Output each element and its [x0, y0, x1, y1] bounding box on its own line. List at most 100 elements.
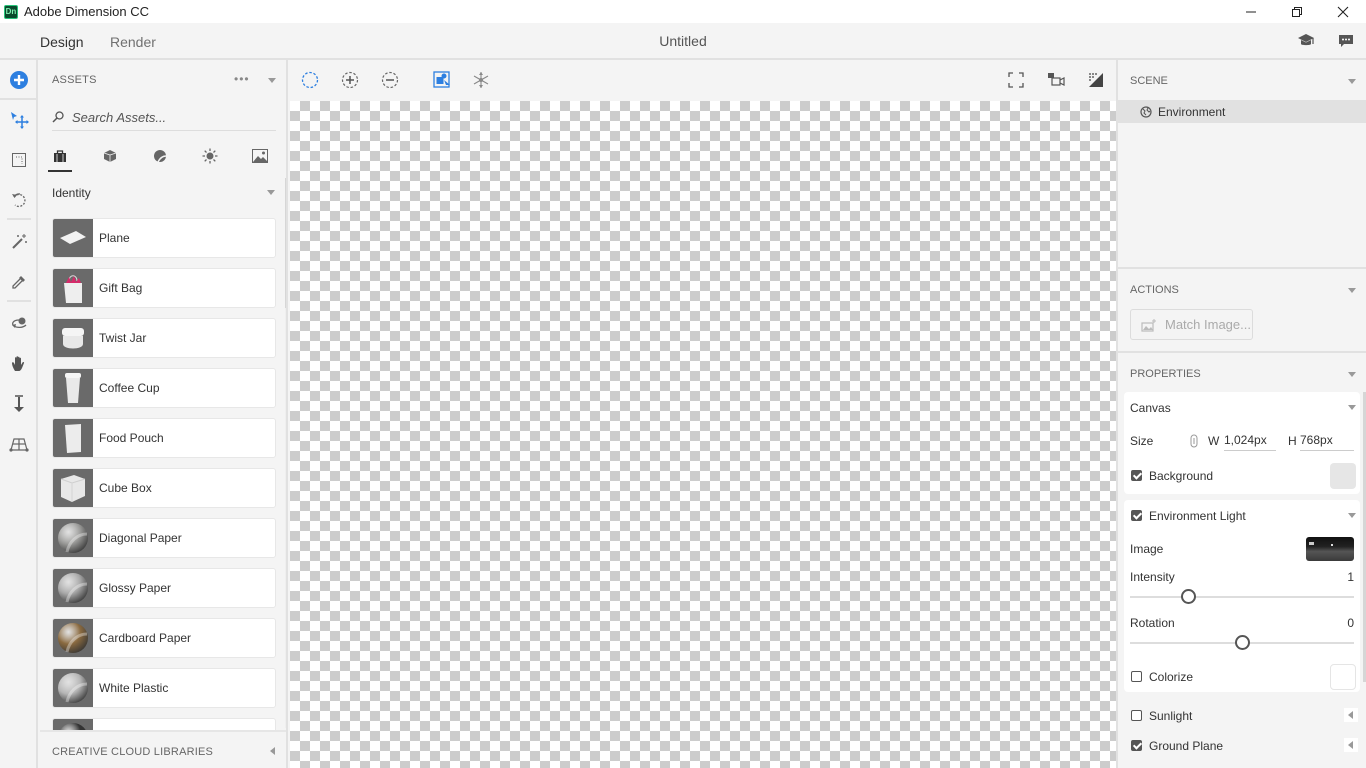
zoom-in-button[interactable]: [340, 70, 360, 90]
ground-plane-expand-icon: [1348, 741, 1353, 749]
assets-collapse-icon[interactable]: [268, 78, 276, 83]
asset-label: Coffee Cup: [99, 381, 160, 395]
material-icon: [154, 150, 167, 163]
intensity-slider-track[interactable]: [1130, 596, 1354, 598]
intensity-value[interactable]: 1: [1347, 570, 1354, 584]
asset-group-label[interactable]: Identity: [52, 186, 91, 200]
link-icon[interactable]: [1190, 434, 1198, 448]
camera-bookmark-button[interactable]: [1046, 70, 1066, 90]
cc-libraries-expand-icon[interactable]: [270, 747, 275, 755]
dolly-tool[interactable]: [7, 392, 31, 416]
restore-button[interactable]: [1274, 0, 1320, 23]
zoom-out-button[interactable]: [380, 70, 400, 90]
tab-materials[interactable]: [150, 144, 170, 168]
canvas-height-input[interactable]: 768px: [1300, 433, 1354, 451]
background-color-swatch[interactable]: [1330, 463, 1356, 489]
horizon-icon: [9, 438, 29, 452]
match-image-label: Match Image...: [1165, 317, 1251, 332]
feedback-button[interactable]: [1336, 31, 1356, 51]
tab-design[interactable]: Design: [40, 23, 84, 62]
orbit-tool[interactable]: [7, 188, 31, 212]
ground-plane-checkbox[interactable]: [1131, 740, 1142, 751]
light-icon: [202, 148, 218, 164]
rotation-value[interactable]: 0: [1347, 616, 1354, 630]
asset-group-dropdown-icon[interactable]: [267, 190, 275, 195]
sunlight-expand-button[interactable]: [1344, 708, 1358, 722]
asset-item[interactable]: Cube Box: [52, 468, 276, 508]
asset-item[interactable]: Coffee Cup: [52, 368, 276, 408]
assets-search: [52, 104, 276, 131]
asset-thumbnail: [53, 619, 93, 657]
globe-icon: [1140, 105, 1152, 118]
asset-thumbnail: [53, 219, 93, 257]
asset-item[interactable]: Food Pouch: [52, 418, 276, 458]
canvas-width-input[interactable]: 1,024px: [1224, 433, 1276, 451]
properties-collapse-icon[interactable]: [1348, 372, 1356, 377]
orbit-camera-tool[interactable]: [7, 312, 31, 336]
asset-label: Glossy Paper: [99, 581, 172, 595]
sunlight-checkbox[interactable]: [1131, 710, 1142, 721]
orbit-icon: [12, 193, 26, 208]
rotation-slider-knob[interactable]: [1235, 635, 1250, 650]
add-button[interactable]: [7, 68, 31, 92]
asset-label: Cube Box: [99, 481, 152, 495]
properties-title: PROPERTIES: [1130, 368, 1201, 380]
asset-label: Gift Bag: [99, 281, 143, 295]
assets-more-button[interactable]: •••: [234, 72, 250, 86]
environment-image-thumbnail[interactable]: [1306, 537, 1354, 561]
actions-title: ACTIONS: [1130, 284, 1179, 296]
tab-starter-assets[interactable]: [48, 144, 72, 172]
asset-item[interactable]: Gift Bag: [52, 268, 276, 308]
window-controls: [1228, 0, 1366, 23]
asset-label: Twist Jar: [99, 331, 147, 345]
asset-item[interactable]: Glossy Paper: [52, 568, 276, 608]
tab-lights[interactable]: [200, 144, 220, 168]
assets-scrollbar-thumb[interactable]: [285, 178, 286, 308]
tab-render[interactable]: Render: [110, 23, 156, 60]
asset-item[interactable]: White Plastic: [52, 668, 276, 708]
asset-thumbnail: [53, 269, 93, 307]
scene-item-environment[interactable]: Environment: [1118, 100, 1366, 123]
environment-light-checkbox[interactable]: [1131, 510, 1142, 521]
pan-tool[interactable]: [7, 352, 31, 376]
size-label: Size: [1130, 434, 1154, 448]
horizon-tool[interactable]: [7, 432, 31, 456]
asset-item[interactable]: Cardboard Paper: [52, 618, 276, 658]
colorize-checkbox[interactable]: [1131, 671, 1142, 682]
intensity-slider-knob[interactable]: [1181, 589, 1197, 604]
environment-light-collapse-icon[interactable]: [1348, 513, 1356, 518]
snap-button[interactable]: [471, 70, 491, 90]
render-preview-button[interactable]: [1086, 70, 1106, 90]
asset-item[interactable]: Diagonal Paper: [52, 518, 276, 558]
viewport-canvas[interactable]: [290, 101, 1116, 768]
select-move-tool[interactable]: [7, 108, 31, 132]
learn-button[interactable]: [1296, 31, 1316, 51]
tab-models[interactable]: [100, 144, 120, 168]
asset-label: Food Pouch: [99, 431, 164, 445]
asset-item[interactable]: Twist Jar: [52, 318, 276, 358]
tab-images[interactable]: [250, 144, 270, 168]
cc-libraries-panel[interactable]: CREATIVE CLOUD LIBRARIES: [40, 730, 286, 768]
magic-wand-tool[interactable]: [7, 230, 31, 254]
fit-canvas-button[interactable]: [1006, 70, 1026, 90]
frame-selection-button[interactable]: [432, 70, 452, 90]
search-assets-input[interactable]: [72, 109, 272, 125]
ground-plane-expand-button[interactable]: [1344, 738, 1358, 752]
canvas-collapse-icon[interactable]: [1348, 405, 1356, 410]
camera-bookmark-icon: [1048, 73, 1065, 86]
asset-item[interactable]: Plane: [52, 218, 276, 258]
select-area-button[interactable]: [300, 70, 320, 90]
colorize-color-swatch[interactable]: [1330, 664, 1356, 690]
background-checkbox[interactable]: [1131, 470, 1142, 481]
match-image-button[interactable]: Match Image...: [1130, 309, 1253, 340]
scene-collapse-icon[interactable]: [1348, 79, 1356, 84]
asset-thumbnail: [53, 319, 93, 357]
eyedropper-icon: [12, 276, 25, 289]
close-button[interactable]: [1320, 0, 1366, 23]
asset-thumbnail: [53, 569, 93, 607]
pan-hand-icon: [12, 356, 25, 371]
selection-box-tool[interactable]: [7, 148, 31, 172]
eyedropper-tool[interactable]: [7, 270, 31, 294]
actions-collapse-icon[interactable]: [1348, 288, 1356, 293]
minimize-button[interactable]: [1228, 0, 1274, 23]
